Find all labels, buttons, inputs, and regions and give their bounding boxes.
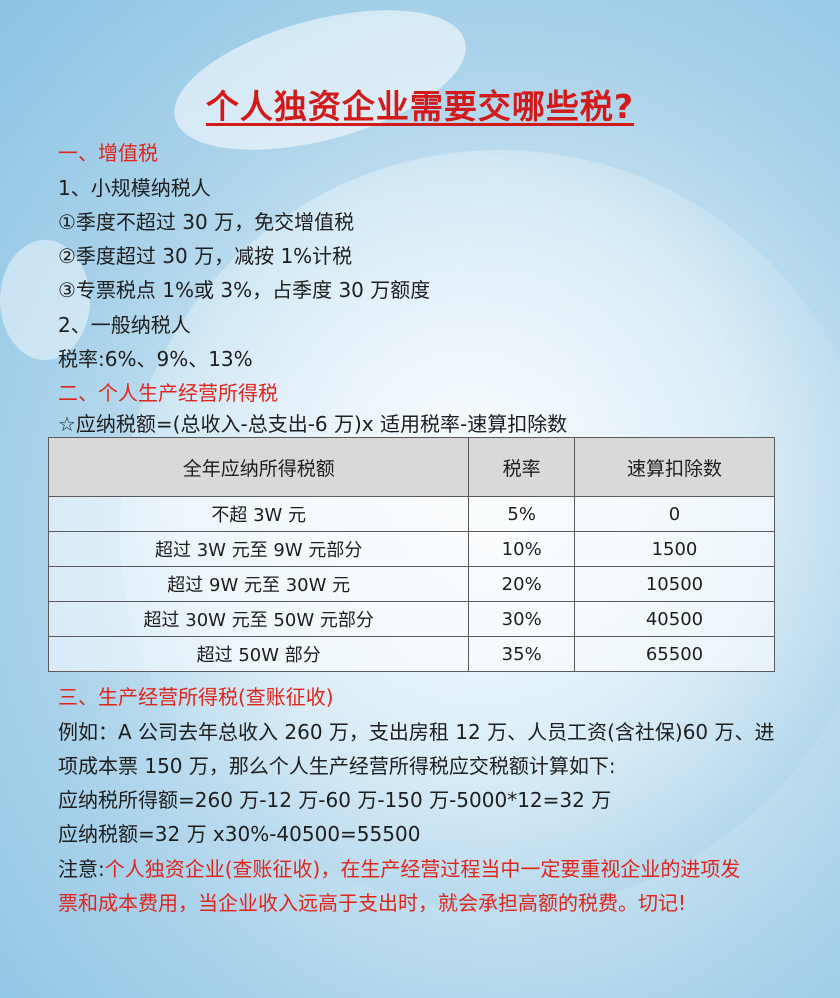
taxable-income-calc: 应纳税所得额=260 万-12 万-60 万-150 万-5000*12=32 … bbox=[58, 788, 612, 812]
note-text: 个人独资企业(查账征收)，在生产经营过程当中一定要重视企业的进项发 bbox=[104, 857, 741, 881]
table-row: 超过 9W 元至 30W 元 20% 10500 bbox=[47, 566, 776, 602]
note-label: 注意: bbox=[58, 857, 105, 881]
example-text-line-1: 例如：A 公司去年总收入 260 万，支出房租 12 万、人员工资(含社保)60… bbox=[58, 720, 775, 744]
table-cell-deduction: 40500 bbox=[573, 601, 776, 637]
column-header-deduction: 速算扣除数 bbox=[573, 437, 776, 497]
table-row: 超过 3W 元至 9W 元部分 10% 1500 bbox=[47, 531, 776, 567]
table-cell-rate: 5% bbox=[468, 496, 575, 532]
note-line-1: 注意:个人独资企业(查账征收)，在生产经营过程当中一定要重视企业的进项发 bbox=[58, 853, 740, 882]
note-line-2: 票和成本费用，当企业收入远高于支出时，就会承担高额的税费。切记! bbox=[58, 891, 687, 915]
table-cell-rate: 35% bbox=[468, 636, 575, 672]
table-cell-deduction: 1500 bbox=[573, 531, 776, 567]
table-cell-bracket: 超过 3W 元至 9W 元部分 bbox=[47, 531, 470, 567]
table-cell-deduction: 10500 bbox=[573, 566, 776, 602]
section-heading-audit-tax: 三、生产经营所得税(查账征收) bbox=[58, 685, 334, 709]
vat-rule-1: ①季度不超过 30 万，免交增值税 bbox=[58, 210, 355, 234]
tax-rate-table: 全年应纳所得税额 税率 速算扣除数 不超 3W 元 5% 0 超过 3W 元至 … bbox=[47, 437, 776, 672]
table-row: 不超 3W 元 5% 0 bbox=[47, 496, 776, 532]
column-header-rate: 税率 bbox=[468, 437, 575, 497]
section-heading-vat: 一、增值税 bbox=[58, 141, 158, 165]
table-cell-deduction: 0 bbox=[573, 496, 776, 532]
table-cell-bracket: 超过 9W 元至 30W 元 bbox=[47, 566, 470, 602]
table-row: 超过 30W 元至 50W 元部分 30% 40500 bbox=[47, 601, 776, 637]
table-row: 超过 50W 部分 35% 65500 bbox=[47, 636, 776, 672]
table-cell-rate: 20% bbox=[468, 566, 575, 602]
page-title: 个人独资企业需要交哪些税? bbox=[205, 87, 635, 126]
table-cell-bracket: 不超 3W 元 bbox=[47, 496, 470, 532]
vat-rule-3: ③专票税点 1%或 3%，占季度 30 万额度 bbox=[58, 278, 431, 302]
table-header-row: 全年应纳所得税额 税率 速算扣除数 bbox=[47, 437, 776, 497]
general-taxpayer-label: 2、一般纳税人 bbox=[58, 313, 191, 337]
small-taxpayer-label: 1、小规模纳税人 bbox=[58, 176, 211, 200]
general-taxpayer-rates: 税率:6%、9%、13% bbox=[58, 347, 253, 371]
example-text-line-2: 项成本票 150 万，那么个人生产经营所得税应交税额计算如下: bbox=[58, 754, 616, 778]
tax-formula: ☆应纳税额=(总收入-总支出-6 万)x 适用税率-速算扣除数 bbox=[58, 412, 568, 436]
section-heading-income-tax: 二、个人生产经营所得税 bbox=[58, 381, 278, 405]
table-cell-bracket: 超过 50W 部分 bbox=[47, 636, 470, 672]
tax-payable-calc: 应纳税额=32 万 x30%-40500=55500 bbox=[58, 822, 421, 846]
table-cell-rate: 10% bbox=[468, 531, 575, 567]
column-header-income: 全年应纳所得税额 bbox=[47, 437, 470, 497]
table-cell-rate: 30% bbox=[468, 601, 575, 637]
vat-rule-2: ②季度超过 30 万，减按 1%计税 bbox=[58, 244, 353, 268]
table-cell-deduction: 65500 bbox=[573, 636, 776, 672]
table-cell-bracket: 超过 30W 元至 50W 元部分 bbox=[47, 601, 470, 637]
